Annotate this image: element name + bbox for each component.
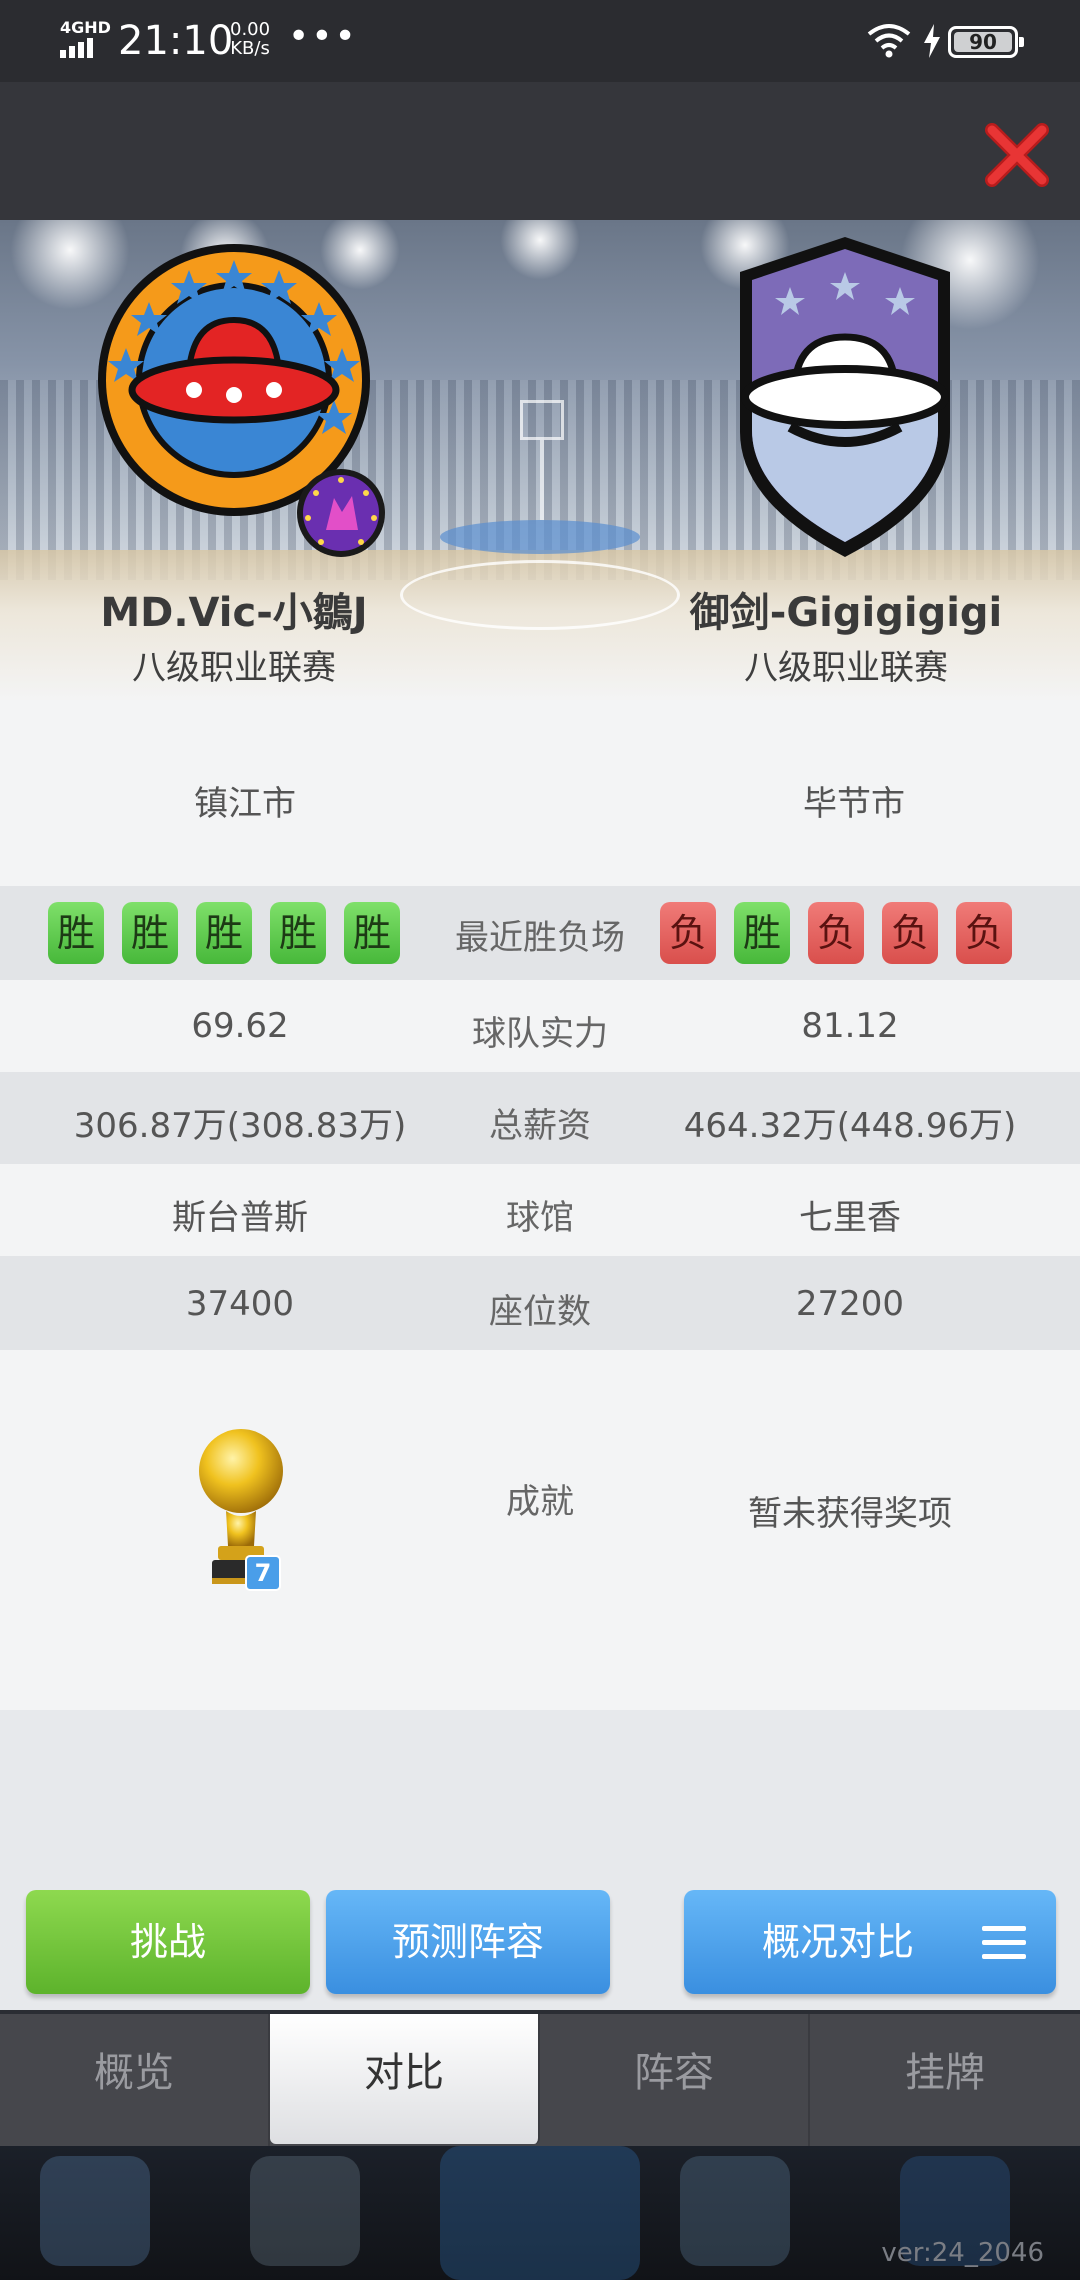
charging-icon (924, 24, 940, 58)
tab-lineup[interactable]: 阵容 (540, 2014, 810, 2146)
challenge-button[interactable]: 挑战 (26, 1890, 310, 1994)
result-badge: 胜 (48, 902, 104, 964)
predict-lineup-button[interactable]: 预测阵容 (326, 1890, 610, 1994)
right-arena: 七里香 (799, 1198, 901, 1238)
battery-icon: 90 (948, 26, 1024, 58)
left-seats: 37400 (185, 1284, 295, 1324)
recent-results-label: 最近胜负场 (455, 918, 625, 958)
strength-label: 球队实力 (472, 1014, 608, 1054)
left-arena: 斯台普斯 (172, 1198, 308, 1238)
arena-label: 球馆 (506, 1198, 574, 1238)
more-dots: ••• (288, 16, 358, 57)
right-team-name: 御剑-Gigigigigi (689, 590, 1003, 636)
league-badge-icon (297, 469, 385, 557)
clock: 21:10 (118, 18, 234, 64)
result-badge: 胜 (122, 902, 178, 964)
signal-icon (60, 38, 93, 58)
strength-row: 69.62 球队实力 81.12 (0, 980, 1080, 1072)
overview-compare-button[interactable]: 概况对比 (684, 1890, 1056, 1994)
menu-icon (982, 1926, 1026, 1960)
network-speed: 0.00 KB/s (230, 20, 270, 58)
right-seats: 27200 (795, 1284, 905, 1324)
achievement-row: 成就 暂未获得奖项 (0, 1350, 1080, 1710)
left-recent-results: 胜 胜 胜 胜 胜 (48, 902, 400, 964)
seats-row: 37400 座位数 27200 (0, 1256, 1080, 1350)
right-recent-results: 负 胜 负 负 负 (660, 902, 1012, 964)
seats-label: 座位数 (489, 1292, 591, 1332)
overview-compare-label: 概况对比 (762, 1920, 915, 1964)
compare-panel: 镇江市 毕节市 胜 胜 胜 胜 胜 最近胜负场 负 胜 负 负 负 69.62 … (0, 700, 1080, 2010)
right-team-league: 八级职业联赛 (744, 648, 948, 688)
status-bar: 4GHD 21:10 0.00 KB/s ••• 90 (0, 0, 1080, 82)
result-badge: 负 (660, 902, 716, 964)
basketball-hoop (520, 400, 564, 440)
right-salary: 464.32万(448.96万) (683, 1106, 1017, 1146)
network-type: 4GHD (60, 18, 111, 37)
left-team-name: MD.Vic-小鶵J (100, 590, 368, 636)
right-achievement: 暂未获得奖项 (748, 1494, 952, 1534)
battery-level: 90 (954, 32, 1012, 52)
recent-results-row: 胜 胜 胜 胜 胜 最近胜负场 负 胜 负 负 负 (0, 886, 1080, 980)
left-strength: 69.62 (191, 1006, 289, 1046)
result-badge: 胜 (344, 902, 400, 964)
result-badge: 胜 (734, 902, 790, 964)
result-badge: 负 (956, 902, 1012, 964)
right-strength: 81.12 (801, 1006, 899, 1046)
result-badge: 负 (882, 902, 938, 964)
city-row: 镇江市 毕节市 (0, 700, 1080, 886)
result-badge: 负 (808, 902, 864, 964)
close-icon[interactable] (984, 122, 1050, 188)
salary-label: 总薪资 (489, 1106, 591, 1146)
result-badge: 胜 (196, 902, 252, 964)
speed-unit: KB/s (230, 38, 270, 59)
wifi-icon (867, 24, 911, 58)
achievement-label: 成就 (506, 1482, 574, 1522)
right-city: 毕节市 (803, 784, 905, 824)
tab-overview[interactable]: 概览 (0, 2014, 270, 2146)
left-city: 镇江市 (194, 784, 296, 824)
dialog-header (0, 82, 1080, 220)
background-nav: ver:24_2046 (0, 2146, 1080, 2280)
version-label: ver:24_2046 (881, 2238, 1044, 2268)
left-salary: 306.87万(308.83万) (73, 1106, 407, 1146)
arena-row: 斯台普斯 球馆 七里香 (0, 1164, 1080, 1256)
tab-bar: 概览 对比 阵容 挂牌 (0, 2014, 1080, 2146)
tab-compare[interactable]: 对比 (270, 2014, 540, 2144)
tab-listing[interactable]: 挂牌 (810, 2014, 1080, 2146)
left-team-league: 八级职业联赛 (132, 648, 336, 688)
result-badge: 胜 (270, 902, 326, 964)
right-team-logo (740, 237, 950, 557)
speed-value: 0.00 (230, 19, 271, 40)
trophy-count-badge: 7 (254, 1559, 272, 1587)
salary-row: 306.87万(308.83万) 总薪资 464.32万(448.96万) (0, 1072, 1080, 1164)
